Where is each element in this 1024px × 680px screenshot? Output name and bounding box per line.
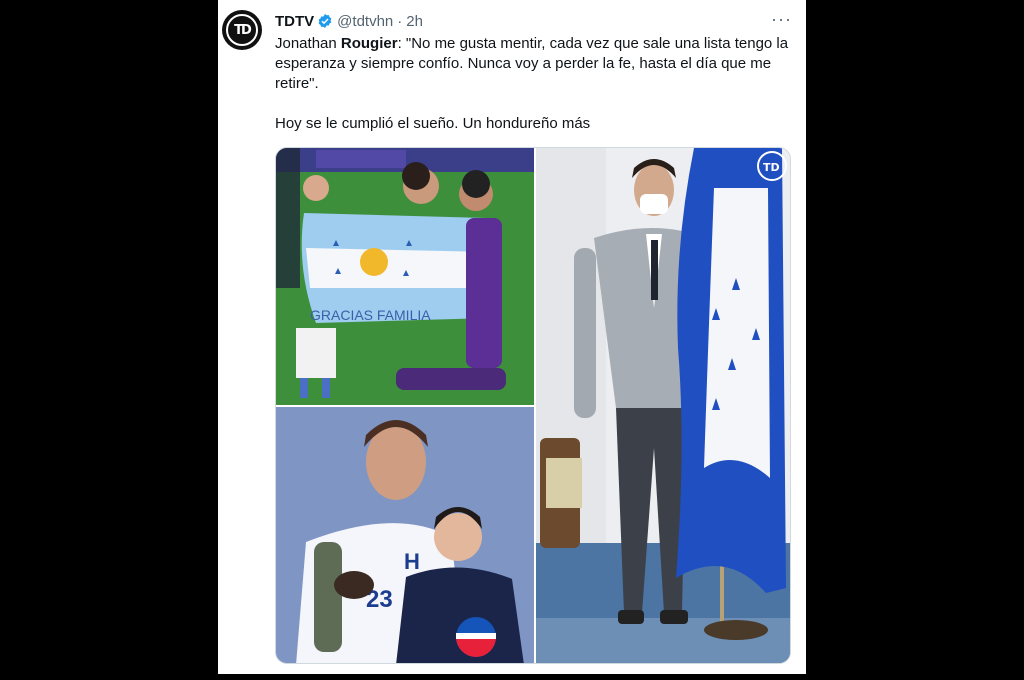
separator-dot: ·: [397, 12, 403, 30]
tweet-paragraph-closing: Hoy se le cumplió el sueño. Un hondureño…: [275, 114, 795, 134]
tweet-timestamp[interactable]: 2h: [406, 13, 423, 30]
tweet-body: Jonathan Rougier: "No me gusta mentir, c…: [275, 34, 795, 134]
author-handle[interactable]: @tdtvhn: [337, 13, 393, 30]
watermark-logo: TD: [763, 161, 780, 174]
tweet-paragraph-quote: Jonathan Rougier: "No me gusta mentir, c…: [275, 34, 795, 94]
more-options-icon[interactable]: ···: [771, 9, 792, 30]
tweet-header: TDTV @tdtvhn · 2h: [275, 11, 798, 31]
author-name[interactable]: TDTV: [275, 13, 314, 30]
quote-first-name: Jonathan: [275, 35, 341, 52]
tweet-card[interactable]: TD TDTV @tdtvhn · 2h ··· Jonathan Rougie…: [218, 0, 806, 674]
closing-text: Hoy se le cumplió el sueño. Un hondureño…: [275, 115, 591, 132]
media-image-celebration[interactable]: GRACIAS FAMILIA: [276, 148, 534, 405]
honduras-flag-emoji-icon: [594, 118, 614, 131]
flag-banner-text: GRACIAS FAMILIA: [310, 307, 431, 323]
avatar[interactable]: TD: [222, 10, 262, 50]
avatar-logo-icon: TD: [226, 14, 258, 46]
media-image-player-flag[interactable]: TD: [536, 148, 790, 663]
verified-badge-icon: [318, 14, 332, 28]
svg-text:H: H: [404, 549, 420, 574]
quote-last-name: Rougier: [340, 35, 398, 52]
media-image-player-child[interactable]: H 23: [276, 407, 534, 663]
player-child-photo-icon: H 23: [276, 407, 534, 663]
celebration-photo-icon: GRACIAS FAMILIA: [276, 148, 534, 405]
media-grid: GRACIAS FAMILIA H 23 TD: [275, 147, 791, 664]
player-flag-photo-icon: TD: [536, 148, 790, 663]
